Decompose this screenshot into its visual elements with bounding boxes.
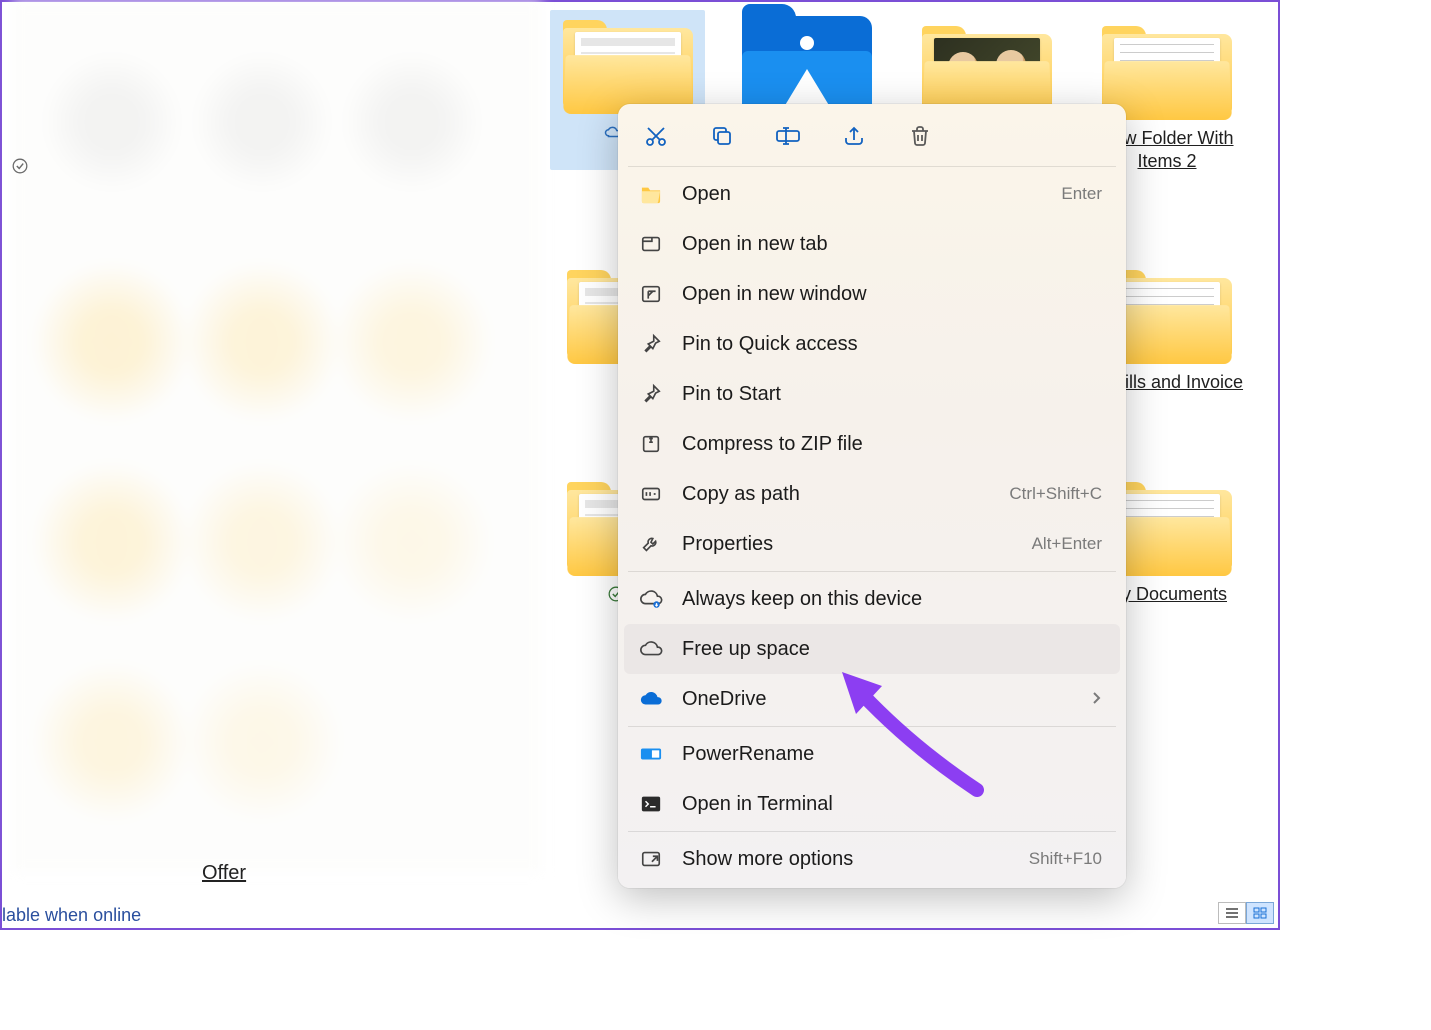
ctx-copy-as-path[interactable]: Copy as path Ctrl+Shift+C xyxy=(624,469,1120,519)
blurred-region xyxy=(12,2,542,872)
ctx-accel: Shift+F10 xyxy=(1029,849,1102,869)
ctx-open[interactable]: Open Enter xyxy=(624,169,1120,219)
ctx-properties[interactable]: Properties Alt+Enter xyxy=(624,519,1120,569)
view-details-button[interactable] xyxy=(1218,902,1246,924)
ctx-label: Open in Terminal xyxy=(682,793,1102,816)
folder-label-offer[interactable]: Offer xyxy=(202,862,246,885)
context-action-bar xyxy=(624,112,1120,164)
ctx-label: Open in new window xyxy=(682,283,1102,306)
ctx-open-new-window[interactable]: Open in new window xyxy=(624,269,1120,319)
synced-status-icon xyxy=(12,158,28,174)
ctx-label: Free up space xyxy=(682,638,1102,661)
ctx-accel: Ctrl+Shift+C xyxy=(1009,484,1102,504)
ctx-label: Open xyxy=(682,183,1061,206)
ctx-always-keep-on-device[interactable]: Always keep on this device xyxy=(624,574,1120,624)
ctx-show-more-options[interactable]: Show more options Shift+F10 xyxy=(624,834,1120,884)
ctx-label: Pin to Start xyxy=(682,383,1102,406)
ctx-label: PowerRename xyxy=(682,743,1102,766)
folder-label: Bills and Invoice xyxy=(1113,372,1243,392)
cloud-download-icon xyxy=(638,586,664,612)
view-icons-button[interactable] xyxy=(1246,902,1274,924)
ctx-label: Open in new tab xyxy=(682,233,1102,256)
pin-icon xyxy=(638,331,664,357)
chevron-right-icon xyxy=(1092,688,1102,711)
zip-icon xyxy=(638,431,664,457)
ctx-accel: Alt+Enter xyxy=(1032,534,1102,554)
cut-icon[interactable] xyxy=(642,122,670,150)
ctx-label: Properties xyxy=(682,533,1032,556)
ctx-label: Always keep on this device xyxy=(682,588,1102,611)
tab-icon xyxy=(638,231,664,257)
window-icon xyxy=(638,281,664,307)
terminal-icon xyxy=(638,791,664,817)
context-menu: Open Enter Open in new tab Open in new w… xyxy=(618,104,1126,888)
ctx-pin-start[interactable]: Pin to Start xyxy=(624,369,1120,419)
ctx-powerrename[interactable]: PowerRename xyxy=(624,729,1120,779)
ctx-label: OneDrive xyxy=(682,688,1092,711)
cloud-icon xyxy=(638,636,664,662)
ctx-label: Pin to Quick access xyxy=(682,333,1102,356)
onedrive-icon xyxy=(638,686,664,712)
wrench-icon xyxy=(638,531,664,557)
ctx-free-up-space[interactable]: Free up space xyxy=(624,624,1120,674)
status-bar-text: lable when online xyxy=(2,905,141,926)
ctx-label: Compress to ZIP file xyxy=(682,433,1102,456)
share-icon[interactable] xyxy=(840,122,868,150)
path-icon xyxy=(638,481,664,507)
ctx-open-in-terminal[interactable]: Open in Terminal xyxy=(624,779,1120,829)
ctx-onedrive[interactable]: OneDrive xyxy=(624,674,1120,724)
folder-open-icon xyxy=(638,181,664,207)
ctx-open-new-tab[interactable]: Open in new tab xyxy=(624,219,1120,269)
ctx-accel: Enter xyxy=(1061,184,1102,204)
delete-icon[interactable] xyxy=(906,122,934,150)
ctx-pin-quick-access[interactable]: Pin to Quick access xyxy=(624,319,1120,369)
powerrename-icon xyxy=(638,741,664,767)
pin-icon xyxy=(638,381,664,407)
view-mode-switch xyxy=(1218,902,1274,924)
more-options-icon xyxy=(638,846,664,872)
copy-icon[interactable] xyxy=(708,122,736,150)
ctx-label: Show more options xyxy=(682,848,1029,871)
ctx-label: Copy as path xyxy=(682,483,1009,506)
rename-icon[interactable] xyxy=(774,122,802,150)
ctx-compress-zip[interactable]: Compress to ZIP file xyxy=(624,419,1120,469)
